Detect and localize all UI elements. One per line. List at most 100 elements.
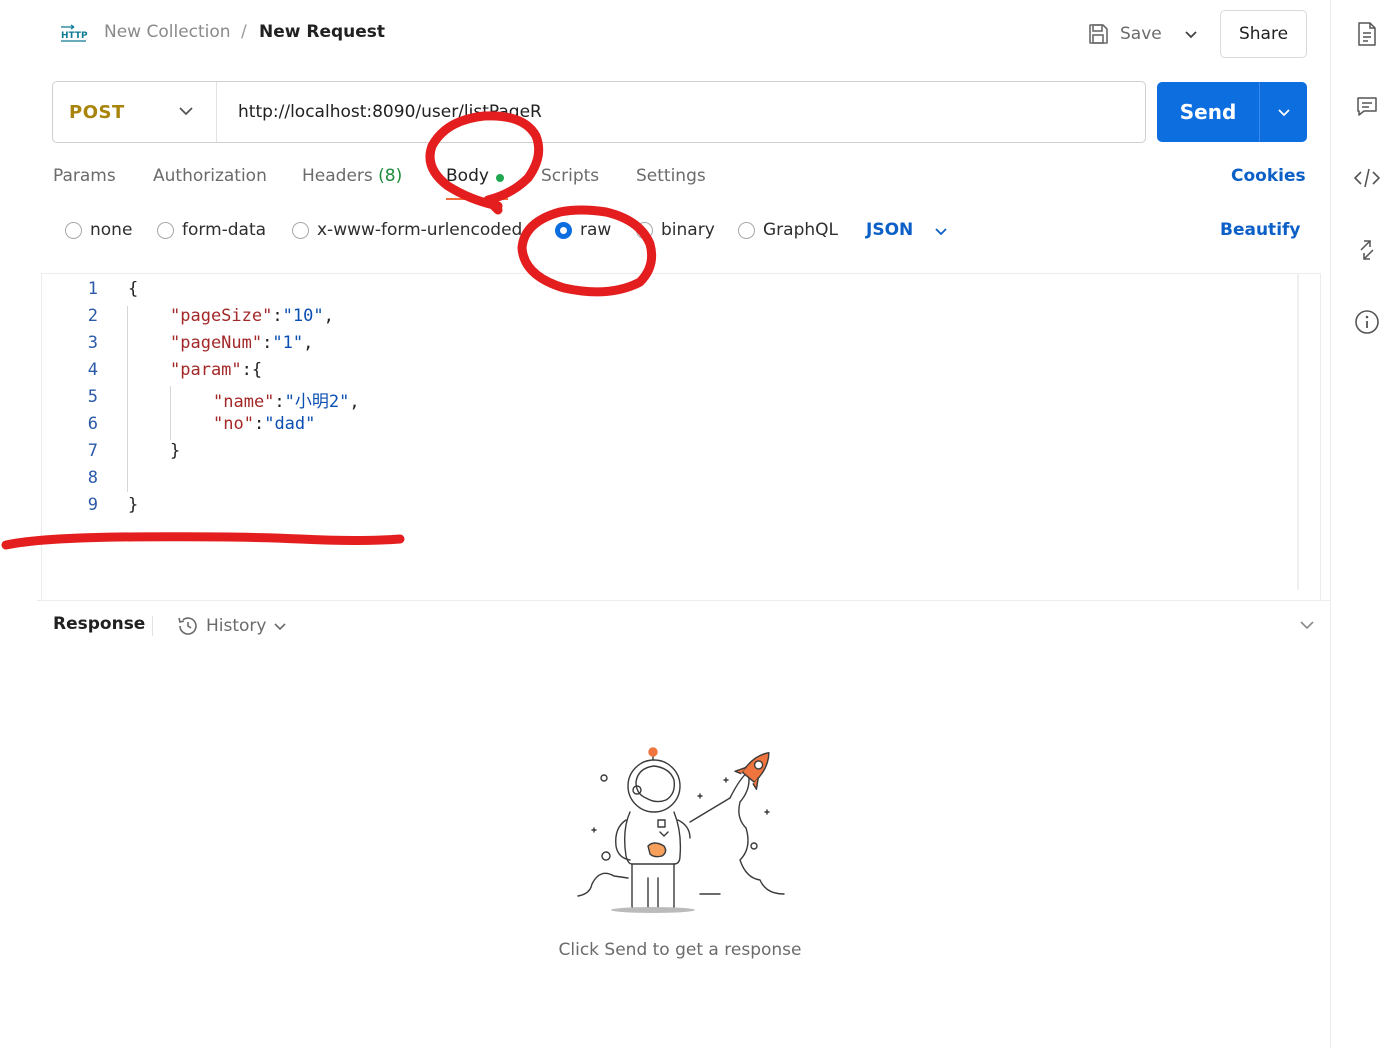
- tab-headers-label: Headers: [302, 166, 373, 186]
- line-number: 4: [87, 360, 98, 380]
- radio-graphql-label[interactable]: GraphQL: [763, 220, 838, 240]
- save-button[interactable]: Save: [1082, 12, 1170, 56]
- json-string: "dad": [264, 414, 316, 434]
- json-punctuation: :: [272, 306, 283, 326]
- json-key: "name": [213, 392, 275, 412]
- radio-raw[interactable]: [555, 222, 572, 239]
- url-input[interactable]: [232, 92, 1132, 132]
- body-indicator-dot: [496, 174, 504, 182]
- tab-headers[interactable]: Headers (8): [302, 166, 402, 186]
- chevron-down-icon: [1277, 109, 1290, 117]
- svg-text:HTTP: HTTP: [61, 31, 88, 41]
- breadcrumb-separator: /: [241, 22, 247, 42]
- json-key: "pageNum": [170, 333, 263, 353]
- share-button[interactable]: Share: [1220, 10, 1307, 58]
- cookies-link[interactable]: Cookies: [1231, 166, 1306, 186]
- comments-button[interactable]: [1353, 92, 1381, 120]
- line-number: 9: [87, 495, 98, 515]
- code-line[interactable]: }: [128, 495, 138, 515]
- line-number: 5: [87, 387, 98, 407]
- code-line[interactable]: "pageNum":"1",: [170, 333, 313, 353]
- http-icon: HTTP: [61, 24, 88, 42]
- related-collections-button[interactable]: [1353, 236, 1381, 264]
- radio-x-www-form-urlencoded-label[interactable]: x-www-form-urlencoded: [317, 220, 522, 240]
- json-punctuation: }: [128, 495, 139, 515]
- collapse-response-icon[interactable]: [1296, 614, 1318, 636]
- line-number: 7: [87, 441, 98, 461]
- response-tab[interactable]: Response: [53, 614, 145, 634]
- history-button[interactable]: History: [176, 612, 288, 640]
- send-button[interactable]: Send: [1157, 82, 1307, 142]
- json-key: "param": [170, 360, 242, 380]
- line-number: 1: [87, 279, 98, 299]
- indent-guide: [170, 386, 171, 440]
- code-line[interactable]: "pageSize":"10",: [170, 306, 334, 326]
- code-snippet-button[interactable]: [1353, 164, 1381, 192]
- code-line[interactable]: "param":{: [170, 360, 262, 380]
- comment-icon: [1357, 97, 1377, 116]
- radio-none[interactable]: [65, 222, 82, 239]
- save-label: Save: [1120, 24, 1162, 44]
- json-punctuation: ,: [349, 392, 360, 412]
- send-options-button[interactable]: [1259, 82, 1307, 142]
- line-number: 6: [87, 414, 98, 434]
- radio-x-www-form-urlencoded[interactable]: [292, 222, 309, 239]
- save-options-button[interactable]: [1178, 20, 1204, 48]
- tab-body[interactable]: Body: [446, 166, 489, 186]
- radio-none-label[interactable]: none: [90, 220, 132, 240]
- radio-binary[interactable]: [636, 222, 653, 239]
- beautify-button[interactable]: Beautify: [1220, 220, 1301, 240]
- tab-scripts[interactable]: Scripts: [541, 166, 599, 186]
- radio-raw-label[interactable]: raw: [580, 220, 611, 240]
- tab-authorization[interactable]: Authorization: [153, 166, 267, 186]
- documentation-button[interactable]: [1353, 20, 1381, 48]
- right-sidebar: [1330, 0, 1394, 1048]
- json-punctuation: ,: [303, 333, 314, 353]
- indent-guide: [127, 306, 128, 492]
- json-string: "1": [272, 333, 304, 353]
- radio-form-data[interactable]: [157, 222, 174, 239]
- json-string: "小明2": [284, 392, 350, 412]
- radio-graphql[interactable]: [738, 222, 755, 239]
- chevron-down-icon: [179, 107, 193, 116]
- response-separator: [152, 616, 153, 636]
- json-key: "pageSize": [170, 306, 273, 326]
- json-punctuation: :{: [241, 360, 263, 380]
- json-punctuation: :: [262, 333, 273, 353]
- json-punctuation: :: [274, 392, 285, 412]
- line-number: 3: [87, 333, 98, 353]
- radio-binary-label[interactable]: binary: [661, 220, 715, 240]
- history-label: History: [206, 616, 267, 636]
- code-line[interactable]: {: [128, 279, 138, 299]
- active-tab-underline: [446, 198, 508, 200]
- raw-format-select[interactable]: JSON: [866, 220, 913, 240]
- editor-scrollbar[interactable]: [1297, 274, 1299, 590]
- code-icon: [1354, 168, 1380, 188]
- astronaut-illustration: [577, 747, 785, 913]
- chevron-down-icon: [1185, 31, 1197, 39]
- code-line[interactable]: "no":"dad": [213, 414, 315, 434]
- arrows-icon: [1360, 240, 1374, 260]
- headers-count-badge: (8): [378, 166, 403, 186]
- json-key: "no": [213, 414, 254, 434]
- tab-params[interactable]: Params: [53, 166, 116, 186]
- code-line[interactable]: "name":"小明2",: [213, 387, 360, 412]
- tab-settings[interactable]: Settings: [636, 166, 706, 186]
- response-divider: [37, 600, 1330, 601]
- info-button[interactable]: [1353, 308, 1381, 336]
- request-name[interactable]: New Request: [259, 22, 385, 42]
- breadcrumb-collection[interactable]: New Collection: [104, 22, 231, 42]
- document-icon: [1358, 22, 1376, 46]
- save-icon: [1089, 24, 1108, 44]
- chevron-down-icon: [935, 228, 947, 236]
- empty-response-message: Click Send to get a response: [558, 940, 802, 960]
- json-punctuation: }: [170, 441, 181, 461]
- line-number: 2: [87, 306, 98, 326]
- json-punctuation: {: [128, 279, 139, 299]
- json-string: "10": [282, 306, 324, 326]
- line-number: 8: [87, 468, 98, 488]
- history-icon: [178, 617, 197, 635]
- radio-form-data-label[interactable]: form-data: [182, 220, 266, 240]
- code-line[interactable]: }: [170, 441, 180, 461]
- info-icon: [1355, 310, 1379, 334]
